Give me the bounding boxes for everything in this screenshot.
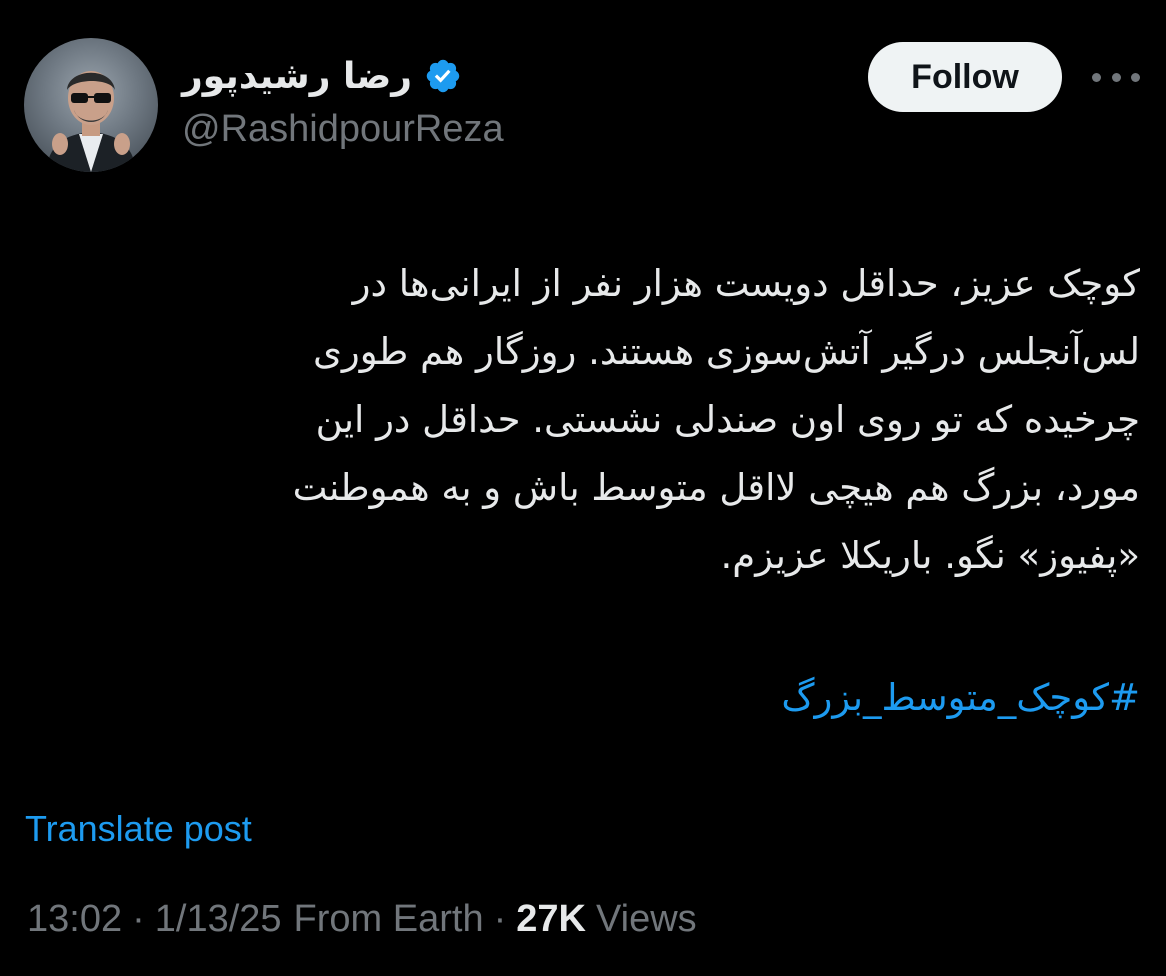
more-dot bbox=[1092, 72, 1101, 82]
post-line: کوچک عزیز، حداقل دویست هزار نفر از ایران… bbox=[352, 262, 1140, 305]
post-date[interactable]: 1/13/25 bbox=[155, 898, 282, 941]
views-label[interactable]: Views bbox=[596, 898, 697, 941]
profile-photo bbox=[46, 71, 136, 172]
post-line: «پفیوز» نگو. باریکلا عزیزم. bbox=[720, 534, 1140, 577]
author-identity[interactable]: رضا رشیدپور @RashidpourReza bbox=[182, 50, 662, 151]
separator: · bbox=[132, 898, 145, 940]
more-options-icon[interactable] bbox=[1092, 62, 1140, 92]
more-dot bbox=[1131, 72, 1140, 82]
post-time[interactable]: 13:02 bbox=[27, 898, 122, 941]
post-line: لس‌آنجلس درگیر آتش‌سوزی هستند. روزگار هم… bbox=[312, 330, 1140, 373]
post-location: From Earth bbox=[293, 898, 484, 940]
separator: · bbox=[493, 898, 507, 940]
more-dot bbox=[1111, 72, 1121, 82]
avatar[interactable] bbox=[24, 38, 158, 172]
follow-button[interactable]: Follow bbox=[868, 42, 1062, 112]
username-handle[interactable]: @RashidpourReza bbox=[182, 108, 662, 151]
display-name[interactable]: رضا رشیدپور bbox=[182, 56, 412, 97]
post-line: مورد، بزرگ هم هیچی لااقل متوسط باش و به … bbox=[292, 466, 1140, 509]
hashtag-link[interactable]: #کوچک_متوسط_بزرگ bbox=[600, 668, 1140, 728]
post-line: چرخیده که تو روی اون صندلی نشستی. حداقل … bbox=[315, 398, 1140, 441]
views-count[interactable]: 27K bbox=[516, 898, 586, 941]
post-metadata: 13:02 · 1/13/25 From Earth · 27K Views bbox=[27, 898, 697, 941]
post-body: کوچک عزیز، حداقل دویست هزار نفر از ایران… bbox=[80, 250, 1140, 590]
translate-post-link[interactable]: Translate post bbox=[25, 808, 252, 850]
verified-badge-icon bbox=[426, 59, 460, 93]
name-row: رضا رشیدپور bbox=[182, 50, 662, 102]
